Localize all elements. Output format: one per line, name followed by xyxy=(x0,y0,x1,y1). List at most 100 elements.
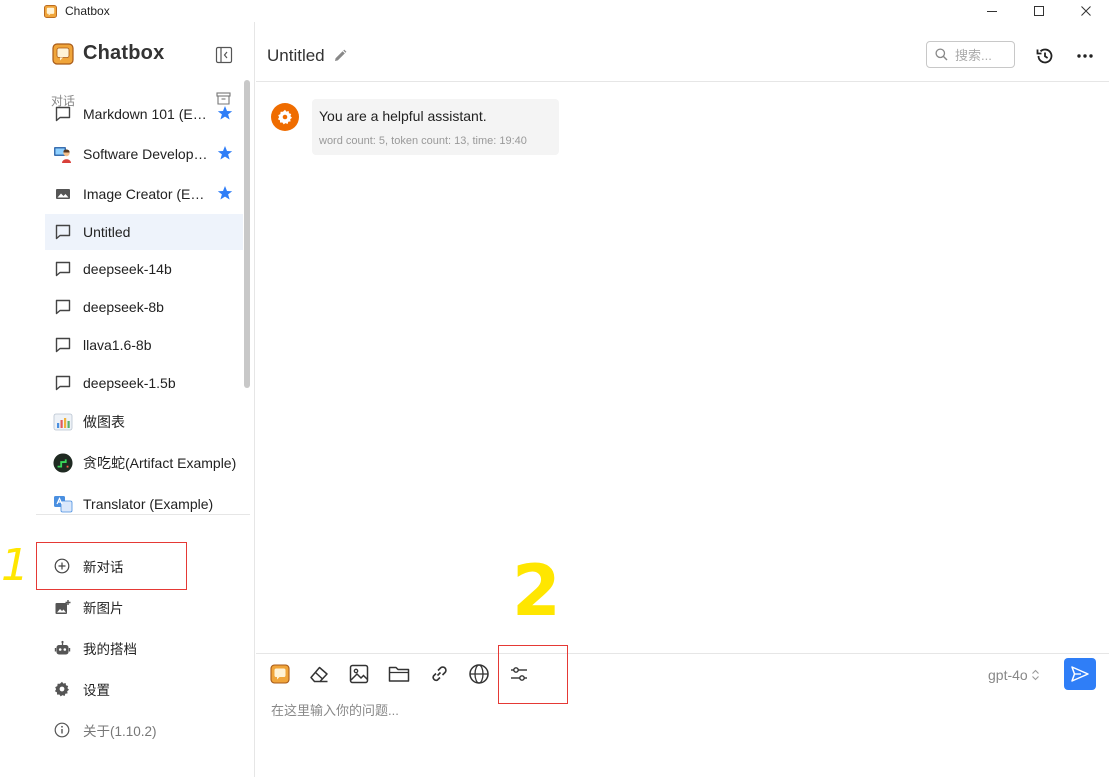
input-area: gpt-4o xyxy=(256,653,1109,777)
session-label: Software Developer (Example) xyxy=(83,146,211,162)
my-copilots-label: 我的搭档 xyxy=(83,642,137,657)
window-controls xyxy=(968,0,1109,22)
link-icon xyxy=(432,666,447,682)
about-label: 关于(1.10.2) xyxy=(83,724,157,739)
developer-avatar-icon xyxy=(53,144,73,164)
chart-avatar-icon xyxy=(53,412,73,432)
session-item-deepseek-1-5b[interactable]: deepseek-1.5b xyxy=(45,364,243,402)
session-label: llava1.6-8b xyxy=(83,337,152,353)
image-icon xyxy=(349,664,369,684)
about-button[interactable]: 关于(1.10.2) xyxy=(45,715,245,745)
system-avatar xyxy=(271,103,299,131)
attach-file-button[interactable] xyxy=(388,663,410,685)
gear-icon xyxy=(53,680,71,698)
close-icon xyxy=(1080,6,1091,16)
annotation-box-chat-settings xyxy=(498,645,568,704)
send-icon xyxy=(1071,666,1089,682)
maximize-button[interactable] xyxy=(1015,0,1062,22)
clear-context-button[interactable] xyxy=(308,663,330,685)
chevron-up-down-icon xyxy=(1031,669,1039,681)
copilot-button[interactable] xyxy=(269,663,291,685)
chat-bubble-icon xyxy=(53,297,73,317)
brand-name: Chatbox xyxy=(83,42,165,64)
my-copilots-button[interactable]: 我的搭档 xyxy=(45,633,245,663)
message-bubble[interactable]: You are a helpful assistant. word count:… xyxy=(312,99,559,155)
chat-bubble-icon xyxy=(53,335,73,355)
session-item-snake[interactable]: 贪吃蛇(Artifact Example) xyxy=(45,442,243,484)
session-item-deepseek-14b[interactable]: deepseek-14b xyxy=(45,250,243,288)
message-text: You are a helpful assistant. xyxy=(319,108,487,124)
session-item-markdown-101[interactable]: Markdown 101 (Example) xyxy=(45,94,243,134)
session-list: Markdown 101 (Example) Software Develope… xyxy=(45,94,243,524)
session-item-software-developer[interactable]: Software Developer (Example) xyxy=(45,134,243,174)
pencil-icon[interactable] xyxy=(333,49,347,63)
star-icon[interactable] xyxy=(217,105,233,121)
session-label: deepseek-8b xyxy=(83,299,164,315)
star-icon[interactable] xyxy=(217,185,233,201)
chatbox-logo-icon xyxy=(52,42,74,65)
session-item-image-creator[interactable]: Image Creator (Example) xyxy=(45,174,243,214)
session-label: deepseek-14b xyxy=(83,261,172,277)
window-titlebar: Chatbox xyxy=(0,0,1109,22)
annotation-mark-1: 1 xyxy=(1,540,29,591)
chat-title: Untitled xyxy=(267,46,325,65)
session-label: 做图表 xyxy=(83,414,125,430)
session-label: Image Creator (Example) xyxy=(83,186,211,202)
session-label: Untitled xyxy=(83,224,131,240)
search-placeholder: 搜索... xyxy=(955,48,992,63)
snake-avatar-icon xyxy=(53,453,73,473)
maximize-icon xyxy=(1033,6,1044,16)
session-item-llava-8b[interactable]: llava1.6-8b xyxy=(45,326,243,364)
history-icon[interactable] xyxy=(1035,46,1055,66)
attach-image-button[interactable] xyxy=(348,663,370,685)
more-options-icon[interactable] xyxy=(1075,46,1095,66)
window-title: Chatbox xyxy=(65,4,110,18)
star-icon[interactable] xyxy=(217,145,233,161)
gear-icon xyxy=(277,109,292,125)
sidebar-scrollbar[interactable] xyxy=(244,80,250,388)
add-photo-icon xyxy=(53,598,71,616)
eraser-icon xyxy=(310,666,328,683)
info-icon xyxy=(53,721,71,739)
model-select[interactable]: gpt-4o xyxy=(988,667,1040,683)
annotation-mark-2: 2 xyxy=(512,550,561,632)
chatbox-logo-icon xyxy=(44,4,57,18)
image-icon xyxy=(53,184,73,204)
settings-label: 设置 xyxy=(83,683,110,698)
attach-link-button[interactable] xyxy=(428,663,450,685)
minimize-icon xyxy=(986,11,997,12)
globe-icon xyxy=(469,664,489,684)
chat-bubble-icon xyxy=(53,222,73,242)
web-browsing-button[interactable] xyxy=(468,663,490,685)
collapse-sidebar-icon[interactable] xyxy=(215,46,233,64)
new-image-button[interactable]: 新图片 xyxy=(45,592,245,622)
close-button[interactable] xyxy=(1062,0,1109,22)
sidebar-divider xyxy=(36,514,250,515)
search-icon xyxy=(935,48,948,61)
session-item-translator[interactable]: Translator (Example) xyxy=(45,484,243,524)
folder-icon xyxy=(388,666,410,682)
chat-bubble-icon xyxy=(53,373,73,393)
chat-header: Untitled 搜索... xyxy=(256,22,1109,82)
settings-button[interactable]: 设置 xyxy=(45,674,245,704)
chat-bubble-icon xyxy=(53,104,73,124)
chat-input[interactable] xyxy=(271,700,1051,720)
robot-icon xyxy=(53,639,71,657)
session-label: Markdown 101 (Example) xyxy=(83,106,211,122)
message-meta: word count: 5, token count: 13, time: 19… xyxy=(319,135,527,147)
annotation-box-new-chat xyxy=(36,542,187,590)
translator-avatar-icon xyxy=(53,494,73,514)
session-label: deepseek-1.5b xyxy=(83,375,176,391)
search-box[interactable]: 搜索... xyxy=(926,41,1015,68)
send-button[interactable] xyxy=(1064,658,1096,690)
session-item-make-chart[interactable]: 做图表 xyxy=(45,402,243,442)
chatbox-logo-icon xyxy=(270,664,290,684)
brand: Chatbox xyxy=(52,42,164,65)
chat-bubble-icon xyxy=(53,259,73,279)
session-label: 贪吃蛇(Artifact Example) xyxy=(83,455,237,471)
session-item-untitled[interactable]: Untitled xyxy=(45,214,243,250)
minimize-button[interactable] xyxy=(968,0,1015,22)
session-item-deepseek-8b[interactable]: deepseek-8b xyxy=(45,288,243,326)
new-image-label: 新图片 xyxy=(83,601,124,616)
session-label: Translator (Example) xyxy=(83,496,214,512)
